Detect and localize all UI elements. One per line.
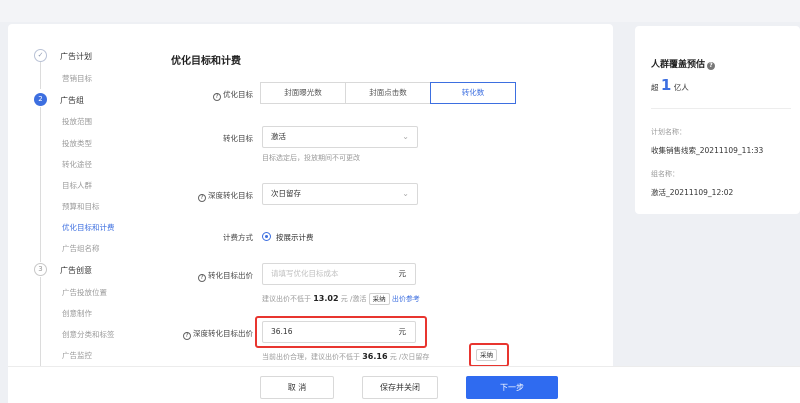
sidebar-item-marketing-goal[interactable]: 营销目标 — [62, 73, 92, 84]
hint-value: 13.02 — [313, 294, 339, 303]
conv-target-select[interactable]: 激活 ⌄ — [262, 126, 418, 148]
sidebar-item-conversion-path[interactable]: 转化途径 — [62, 159, 92, 170]
sidebar-item-target-audience[interactable]: 目标人群 — [62, 180, 92, 191]
next-button[interactable]: 下一步 — [466, 376, 558, 399]
deep-conv-target-select[interactable]: 次日留存 ⌄ — [262, 183, 418, 205]
group-name-label: 组名称： — [651, 170, 679, 178]
reach-value: 1 — [660, 76, 672, 94]
cancel-button[interactable]: 取 消 — [260, 376, 334, 399]
deep-conv-bid-label-text: 深度转化目标出价 — [193, 329, 253, 338]
conv-bid-input[interactable]: 请填写优化目标成本 元 — [262, 263, 416, 285]
step-2-title[interactable]: 广告组 — [60, 95, 84, 106]
plan-name-value: 收集销售线索_20211109_11:33 — [651, 146, 764, 155]
conv-bid-label: ? 转化目标出价 — [158, 270, 253, 282]
opt-option-clicks[interactable]: 封面点击数 — [345, 82, 431, 104]
step-connector — [40, 277, 41, 367]
reach-unit: 亿人 — [673, 83, 689, 92]
opt-target-label: ? 优化目标 — [158, 89, 253, 101]
step-1-title[interactable]: 广告计划 — [60, 51, 92, 62]
chevron-down-icon: ⌄ — [402, 189, 409, 198]
conv-bid-label-text: 转化目标出价 — [208, 271, 253, 280]
step-3-index: 3 — [34, 263, 47, 276]
opt-option-impressions[interactable]: 封面曝光数 — [260, 82, 346, 104]
conv-bid-unit: 元 — [398, 269, 407, 278]
estimate-reach: 超 1 亿人 — [651, 76, 689, 94]
billing-label: 计费方式 — [223, 233, 253, 242]
sidebar-item-budget-goal[interactable]: 预算和目标 — [62, 201, 100, 212]
estimate-title-text: 人群覆盖预估 — [651, 60, 706, 70]
group-name-value: 激活_20211109_12:02 — [651, 188, 734, 197]
help-icon[interactable]: ? — [198, 274, 206, 282]
estimate-title: 人群覆盖预估? — [651, 57, 716, 70]
section-title: 优化目标和计费 — [171, 56, 241, 67]
step-connector — [40, 107, 41, 262]
adopt-button[interactable]: 采纳 — [368, 293, 390, 305]
sidebar-item-creative-tags[interactable]: 创意分类和标签 — [62, 329, 115, 340]
step-1-check-icon: ✓ — [34, 49, 47, 62]
deep-conv-bid-hint: 当前出价合理，建议出价不低于 36.16 元 /次日留存 — [262, 352, 429, 362]
hint-value: 36.16 — [362, 352, 388, 361]
reach-prefix: 超 — [651, 83, 659, 92]
hint-suffix: 元 /次日留存 — [389, 353, 430, 361]
sidebar-item-placement[interactable]: 广告投放位置 — [62, 287, 107, 298]
deep-conv-target-label: ? 深度转化目标 — [158, 190, 253, 202]
conv-bid-hint: 建议出价不低于 13.02 元 /激活 采纳 出价参考 — [262, 293, 420, 305]
conv-target-hint: 目标选定后，投放期间不可更改 — [262, 154, 360, 162]
chevron-down-icon: ⌄ — [402, 132, 409, 141]
step-3-title[interactable]: 广告创意 — [60, 265, 92, 276]
deep-conv-target-label-text: 深度转化目标 — [208, 191, 253, 200]
billing-radio[interactable] — [262, 232, 271, 241]
plan-name-label: 计划名称： — [651, 128, 686, 136]
sidebar-item-delivery-type[interactable]: 投放类型 — [62, 138, 92, 149]
help-icon[interactable]: ? — [213, 93, 221, 101]
estimate-divider — [651, 108, 791, 109]
highlight-frame-adopt — [469, 343, 509, 367]
hint-prefix: 建议出价不低于 — [262, 295, 311, 303]
bid-reference-link[interactable]: 出价参考 — [392, 295, 420, 303]
opt-option-conversions[interactable]: 转化数 — [430, 82, 516, 104]
help-icon[interactable]: ? — [183, 332, 191, 340]
sidebar-item-optimization-billing[interactable]: 优化目标和计费 — [62, 222, 115, 233]
top-strip — [0, 0, 800, 22]
opt-target-label-text: 优化目标 — [223, 90, 253, 99]
highlight-frame-bid — [255, 316, 427, 348]
hint-prefix: 当前出价合理，建议出价不低于 — [262, 353, 360, 361]
estimate-card — [635, 26, 800, 214]
help-icon[interactable]: ? — [198, 194, 206, 202]
conv-target-label: 转化目标 — [223, 134, 253, 143]
sidebar-item-delivery-scope[interactable]: 投放范围 — [62, 116, 92, 127]
billing-option-label[interactable]: 按展示计费 — [276, 232, 314, 243]
deep-conv-target-value: 次日留存 — [271, 189, 301, 198]
help-icon[interactable]: ? — [707, 62, 716, 70]
save-close-button[interactable]: 保存并关闭 — [362, 376, 438, 399]
hint-suffix: 元 /激活 — [340, 295, 367, 303]
step-2-index: 2 — [34, 93, 47, 106]
deep-conv-bid-label: ? 深度转化目标出价 — [158, 328, 253, 340]
sidebar-item-creative-making[interactable]: 创意制作 — [62, 308, 92, 319]
sidebar-item-ad-monitoring[interactable]: 广告监控 — [62, 350, 92, 361]
conv-bid-placeholder: 请填写优化目标成本 — [271, 269, 339, 278]
sidebar-item-group-name[interactable]: 广告组名称 — [62, 243, 100, 254]
conv-target-value: 激活 — [271, 132, 286, 141]
step-connector — [40, 62, 41, 89]
